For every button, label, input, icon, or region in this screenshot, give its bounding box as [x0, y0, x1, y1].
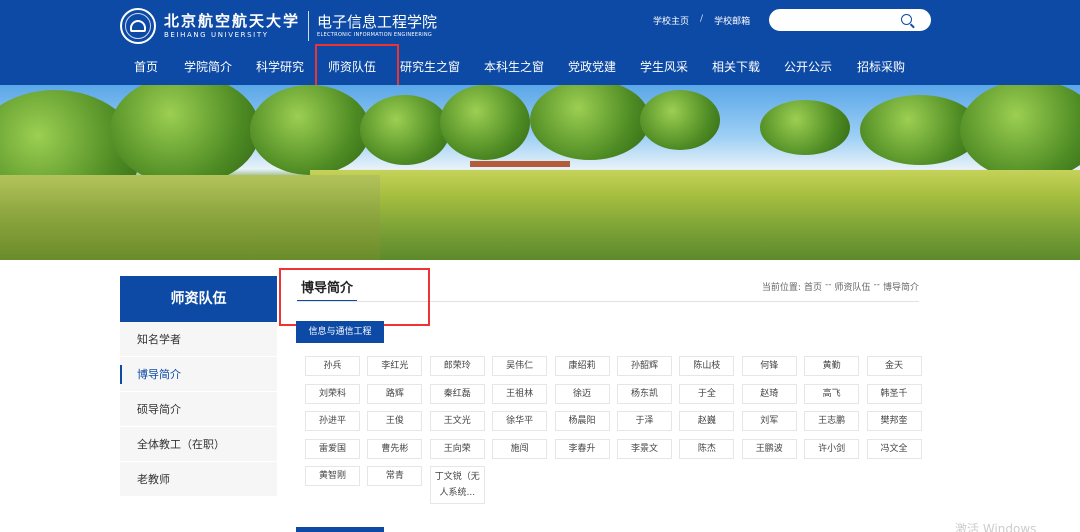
breadcrumb-current: 博导简介 — [882, 283, 919, 293]
top-links: 学校主页 / 学校邮箱 — [653, 14, 750, 27]
nav-item-undergraduate[interactable]: 本科生之窗 — [472, 50, 556, 84]
supervisor-item[interactable]: 孙韶辉 — [616, 356, 672, 376]
nav-item-home[interactable]: 首页 — [120, 50, 172, 84]
supervisor-item[interactable]: 孙兵 — [305, 356, 360, 376]
page-title: 博导简介 — [301, 281, 354, 296]
supervisor-item[interactable]: 雷爱国 — [305, 438, 360, 459]
supervisor-item[interactable]: 郎荣玲 — [429, 356, 485, 376]
university-name-en: BEIHANG UNIVERSITY — [164, 31, 269, 39]
sidebar: 师资队伍 知名学者 博导简介 硕导简介 全体教工（在职） 老教师 — [120, 276, 277, 497]
top-link-separator: / — [700, 14, 704, 24]
supervisor-item[interactable]: 于全 — [679, 383, 735, 404]
supervisor-item[interactable]: 于泽 — [616, 411, 672, 431]
university-seal-icon — [120, 8, 156, 44]
breadcrumb: 当前位置: 首页 -- 师资队伍 -- 博导简介 — [762, 280, 919, 293]
search-icon[interactable] — [901, 14, 912, 25]
school-name-cn: 电子信息工程学院 — [317, 12, 438, 31]
breadcrumb-label: 当前位置: — [761, 283, 801, 293]
search-input[interactable] — [780, 13, 890, 27]
supervisor-item[interactable]: 何锋 — [741, 356, 797, 376]
logo-divider — [308, 11, 310, 41]
supervisor-item[interactable]: 徐迈 — [554, 383, 610, 404]
supervisor-item[interactable]: 吴伟仁 — [492, 356, 548, 376]
breadcrumb-sep: -- — [824, 280, 832, 290]
nav-item-graduate[interactable]: 研究生之窗 — [388, 50, 472, 84]
university-name-cn: 北京航空航天大学 — [164, 12, 301, 30]
nav-item-procurement[interactable]: 招标采购 — [844, 50, 918, 84]
breadcrumb-sep: -- — [873, 280, 880, 290]
supervisor-item[interactable]: 王志鹏 — [804, 411, 860, 431]
nav-item-downloads[interactable]: 相关下载 — [700, 50, 772, 84]
main-nav: 首页 学院简介 科学研究 师资队伍 研究生之窗 本科生之窗 党政党建 学生风采 … — [120, 50, 918, 84]
supervisor-item[interactable]: 樊邦奎 — [866, 411, 922, 431]
nav-item-students[interactable]: 学生风采 — [628, 50, 700, 84]
supervisor-item[interactable]: 路辉 — [367, 383, 423, 404]
supervisor-item[interactable]: 李红光 — [367, 356, 423, 376]
supervisor-item[interactable]: 黄智刚 — [305, 466, 360, 486]
supervisor-item[interactable]: 王文光 — [429, 411, 485, 431]
supervisor-item[interactable]: 孙进平 — [305, 411, 360, 431]
supervisor-item[interactable]: 施闯 — [492, 438, 548, 459]
supervisor-item[interactable]: 陈山枝 — [679, 356, 735, 376]
supervisor-item[interactable]: 杨晨阳 — [554, 411, 610, 431]
nav-item-faculty[interactable]: 师资队伍 — [316, 50, 388, 84]
supervisor-item[interactable]: 高飞 — [804, 383, 860, 404]
supervisor-item[interactable]: 王祖林 — [492, 383, 548, 404]
supervisor-item[interactable]: 赵巍 — [679, 411, 735, 431]
supervisor-item[interactable]: 秦红磊 — [429, 383, 485, 404]
supervisor-grid: 孙兵 李红光 郎荣玲 吴伟仁 康绍莉 孙韶辉 陈山枝 何锋 黄勤 金天 刘荣科 路辉 秦红磊 王祖林 徐迈杨… — [305, 356, 925, 512]
supervisor-item[interactable]: 刘军 — [741, 411, 797, 431]
supervisor-item[interactable]: 黄勤 — [804, 356, 860, 376]
title-rule — [297, 301, 919, 302]
supervisor-item[interactable]: 王向荣 — [429, 438, 485, 459]
supervisor-item[interactable]: 陈杰 — [679, 438, 735, 459]
school-name-en: ELECTRONIC INFORMATION ENGINEERING — [317, 31, 433, 38]
supervisor-item[interactable]: 金天 — [866, 356, 922, 376]
breadcrumb-home[interactable]: 首页 — [804, 280, 822, 293]
sidebar-title: 师资队伍 — [120, 276, 277, 322]
category-tag-next — [296, 527, 384, 532]
category-tag: 信息与通信工程 — [296, 321, 384, 343]
supervisor-item[interactable]: 丁文锐（无人系统... — [429, 466, 485, 504]
logo[interactable]: 北京航空航天大学 BEIHANG UNIVERSITY 电子信息工程学院 ELE… — [120, 8, 437, 44]
nav-item-party[interactable]: 党政党建 — [556, 50, 628, 84]
breadcrumb-faculty[interactable]: 师资队伍 — [834, 280, 870, 293]
sidebar-item-master-supervisors[interactable]: 硕导简介 — [120, 392, 277, 427]
supervisor-item[interactable]: 赵琦 — [741, 383, 797, 404]
nav-item-announcements[interactable]: 公开公示 — [772, 50, 844, 84]
sidebar-item-doctoral-supervisors[interactable]: 博导简介 — [120, 357, 277, 392]
windows-activation-watermark: 激活 Windows — [955, 522, 1037, 532]
sidebar-item-renowned-scholars[interactable]: 知名学者 — [120, 322, 277, 357]
supervisor-item[interactable]: 许小剑 — [804, 438, 860, 459]
supervisor-item[interactable]: 曹先彬 — [367, 438, 423, 459]
nav-item-research[interactable]: 科学研究 — [244, 50, 316, 84]
supervisor-item[interactable]: 王俊 — [367, 411, 423, 431]
sidebar-item-retired-teachers[interactable]: 老教师 — [120, 462, 277, 497]
top-link-mail[interactable]: 学校邮箱 — [714, 14, 750, 27]
campus-banner-image — [0, 85, 1080, 260]
supervisor-item[interactable]: 常青 — [367, 466, 423, 486]
sidebar-item-all-staff[interactable]: 全体教工（在职） — [120, 427, 277, 462]
supervisor-item[interactable]: 冯文全 — [866, 438, 922, 459]
supervisor-item[interactable]: 韩圣千 — [866, 383, 922, 404]
nav-item-about[interactable]: 学院简介 — [172, 50, 244, 84]
top-link-homepage[interactable]: 学校主页 — [653, 14, 689, 27]
supervisor-item[interactable]: 康绍莉 — [554, 356, 610, 376]
supervisor-item[interactable]: 李景文 — [616, 438, 672, 459]
site-header: 北京航空航天大学 BEIHANG UNIVERSITY 电子信息工程学院 ELE… — [0, 0, 1080, 85]
search-box[interactable] — [769, 9, 931, 31]
supervisor-item[interactable]: 王鹏波 — [741, 438, 797, 459]
supervisor-item[interactable]: 杨东凯 — [616, 383, 672, 404]
supervisor-item[interactable]: 李春升 — [554, 438, 610, 459]
supervisor-item[interactable]: 徐华平 — [492, 411, 548, 431]
supervisor-item[interactable]: 刘荣科 — [305, 383, 360, 404]
